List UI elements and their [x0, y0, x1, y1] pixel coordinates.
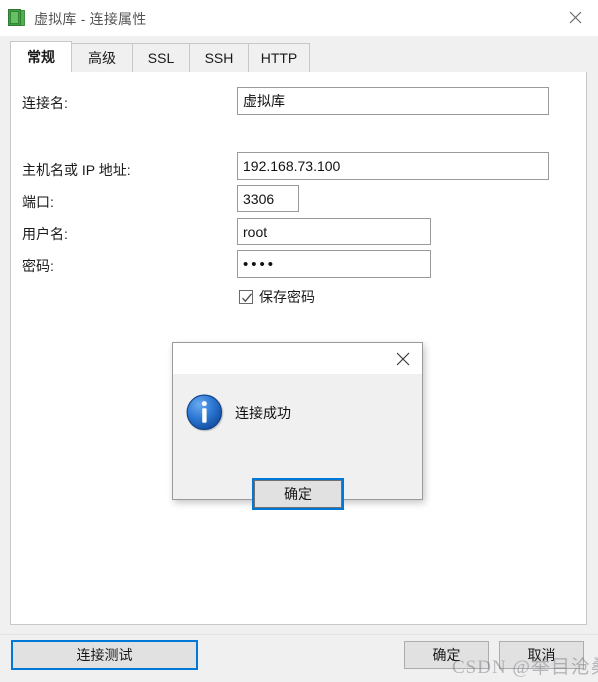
username-label: 用户名:: [22, 226, 68, 242]
test-connection-button[interactable]: 连接测试: [12, 641, 197, 669]
tab-ssl[interactable]: SSL: [132, 43, 190, 72]
tab-http-label: HTTP: [260, 50, 298, 66]
tab-ssl-label: SSL: [147, 50, 175, 66]
port-label: 端口:: [22, 194, 54, 210]
connection-name-input[interactable]: [237, 87, 549, 115]
dialog-body: 连接成功 确定: [173, 374, 422, 508]
port-input[interactable]: [237, 185, 299, 212]
host-input[interactable]: [237, 152, 549, 180]
tab-advanced-label: 高级: [88, 50, 116, 66]
tab-ssh[interactable]: SSH: [189, 43, 249, 72]
host-label: 主机名或 IP 地址:: [22, 162, 131, 178]
cancel-button-label: 取消: [527, 647, 556, 663]
save-password-checkbox-row[interactable]: 保存密码: [239, 287, 315, 307]
username-input[interactable]: [237, 218, 431, 245]
window-titlebar: 虚拟库 - 连接属性: [0, 0, 598, 36]
checkmark-icon: [242, 293, 252, 303]
dialog-ok-button[interactable]: 确定: [254, 480, 342, 508]
tab-ssh-label: SSH: [204, 50, 234, 66]
tab-strip: 常规 高级 SSL SSH HTTP: [10, 41, 588, 72]
password-label: 密码:: [22, 258, 54, 274]
tab-general-label: 常规: [27, 49, 55, 65]
connection-properties-window: 虚拟库 - 连接属性 常规 高级 SSL SSH HTTP 连接名: 主机名或 …: [0, 0, 598, 682]
ok-button[interactable]: 确定: [404, 641, 489, 669]
cancel-button[interactable]: 取消: [499, 641, 584, 669]
tab-http[interactable]: HTTP: [248, 43, 310, 72]
save-password-label: 保存密码: [259, 289, 315, 305]
dialog-titlebar: [173, 343, 422, 374]
bottom-separator: [0, 634, 598, 635]
save-password-checkbox[interactable]: [239, 290, 253, 304]
window-title: 虚拟库 - 连接属性: [34, 11, 147, 27]
ok-button-label: 确定: [432, 647, 461, 663]
dialog-close-button[interactable]: [388, 346, 418, 371]
password-input[interactable]: [237, 250, 431, 278]
dialog-ok-label: 确定: [284, 486, 312, 502]
tab-advanced[interactable]: 高级: [71, 43, 133, 72]
window-close-button[interactable]: [552, 0, 598, 34]
connection-success-dialog: 连接成功 确定: [172, 342, 423, 508]
connection-name-label: 连接名:: [22, 95, 68, 111]
database-green-icon: [8, 9, 25, 27]
dialog-message: 连接成功: [235, 405, 291, 421]
test-connection-label: 连接测试: [76, 647, 133, 663]
tab-general[interactable]: 常规: [10, 41, 72, 72]
info-icon: [185, 393, 225, 433]
